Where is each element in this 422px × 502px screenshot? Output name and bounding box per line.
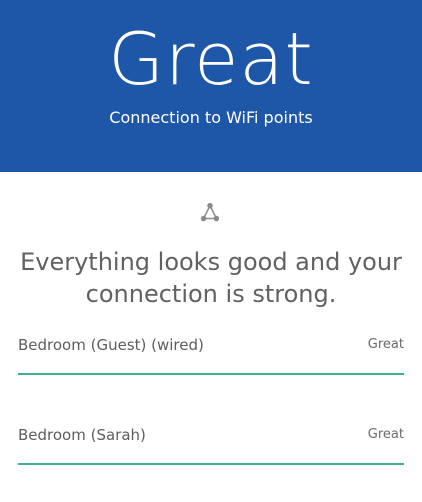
connection-strength-bar: [18, 373, 404, 375]
status-header: Great Connection to WiFi points: [0, 0, 422, 172]
wifi-point-name: Bedroom (Sarah): [18, 426, 146, 444]
status-message-line-2: connection is strong.: [85, 280, 337, 308]
status-subtitle: Connection to WiFi points: [109, 108, 313, 127]
wifi-point-list: Bedroom (Guest) (wired) Great Bedroom (S…: [18, 322, 404, 502]
status-message-line-1: Everything looks good and your: [20, 248, 402, 276]
connection-strength-bar: [18, 463, 404, 465]
status-message: Everything looks good and your connectio…: [0, 246, 422, 310]
wifi-point-row[interactable]: Bedroom (Guest) (wired) Great: [18, 322, 404, 412]
wifi-point-quality: Great: [367, 337, 404, 352]
status-title: Great: [108, 17, 314, 101]
mesh-network-icon: [200, 202, 220, 222]
wifi-point-name: Bedroom (Guest) (wired): [18, 336, 204, 354]
details-panel: Everything looks good and your connectio…: [0, 172, 422, 500]
wifi-point-row[interactable]: Bedroom (Sarah) Great: [18, 412, 404, 502]
wifi-point-quality: Great: [367, 427, 404, 442]
